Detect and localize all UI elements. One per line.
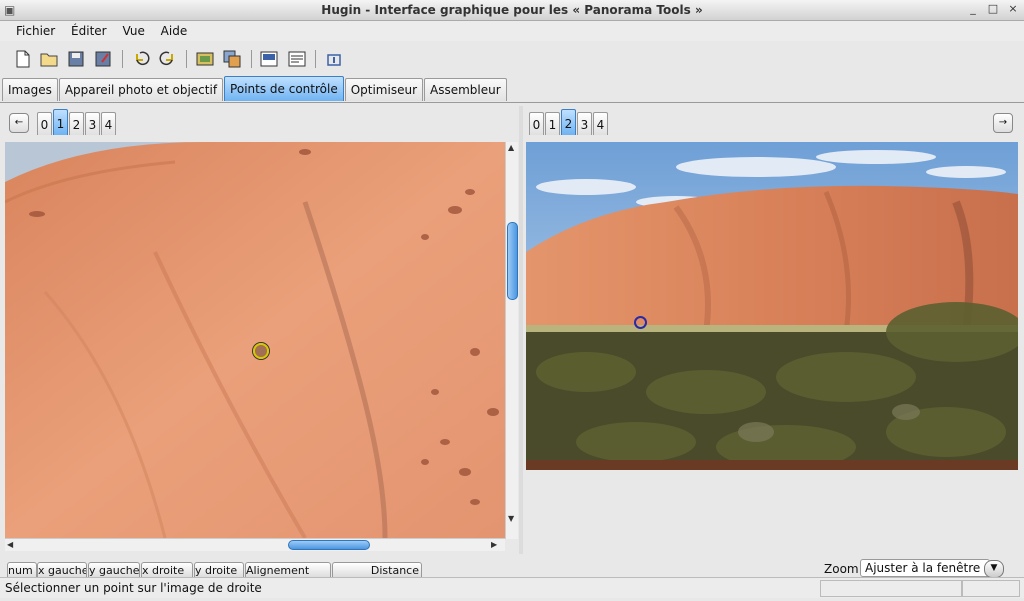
control-point-marker[interactable]	[253, 343, 269, 359]
left-image-tab[interactable]: 1	[53, 109, 68, 135]
scrollbar-thumb[interactable]	[288, 540, 370, 550]
minimize-icon[interactable]: _	[966, 2, 980, 15]
title-bar: ▣ Hugin - Interface graphique pour les «…	[0, 0, 1024, 21]
column-header-x-left[interactable]: x gauche	[37, 562, 87, 578]
column-header-y-right[interactable]: y droite	[194, 562, 244, 578]
right-image-tab[interactable]: 1	[545, 112, 560, 135]
save-icon[interactable]	[65, 48, 87, 70]
left-horizontal-scrollbar[interactable]: ◀ ▶	[5, 538, 505, 551]
toolbar	[0, 44, 1024, 74]
scroll-up-icon[interactable]: ▲	[508, 143, 514, 152]
right-image-view[interactable]	[526, 142, 1018, 470]
left-vertical-scrollbar[interactable]: ▲ ▼	[505, 142, 518, 539]
preview-icon[interactable]	[258, 48, 280, 70]
open-folder-icon[interactable]	[38, 48, 60, 70]
window-title: Hugin - Interface graphique pour les « P…	[321, 3, 703, 17]
stitch-icon[interactable]	[194, 48, 216, 70]
menu-vue[interactable]: Vue	[122, 21, 144, 38]
scrollbar-thumb[interactable]	[507, 222, 518, 300]
status-text: Sélectionner un point sur l'image de dro…	[5, 581, 262, 595]
fast-preview-icon[interactable]	[286, 48, 308, 70]
column-header-num[interactable]: num	[7, 562, 37, 578]
left-image-tab[interactable]: 3	[85, 112, 100, 135]
status-bar: Sélectionner un point sur l'image de dro…	[0, 577, 1024, 598]
left-image-tab[interactable]: 4	[101, 112, 116, 135]
panel-splitter[interactable]	[519, 106, 523, 554]
right-image-tab[interactable]: 3	[577, 112, 592, 135]
undo-icon[interactable]	[130, 48, 152, 70]
left-image-view[interactable]	[5, 142, 505, 538]
scroll-left-icon[interactable]: ◀	[7, 540, 13, 549]
right-next-button[interactable]: →	[993, 113, 1013, 133]
batch-icon[interactable]	[221, 48, 243, 70]
column-header-distance[interactable]: Distance	[332, 562, 422, 578]
window-controls: _ □ ×	[966, 2, 1020, 15]
status-field	[962, 580, 1020, 597]
tab-images[interactable]: Images	[2, 78, 58, 101]
left-prev-button[interactable]: ←	[9, 113, 29, 133]
close-icon[interactable]: ×	[1006, 2, 1020, 15]
left-image-tab[interactable]: 0	[37, 112, 52, 135]
new-file-icon[interactable]	[12, 48, 34, 70]
zoom-select[interactable]: Ajuster à la fenêtre	[860, 559, 990, 577]
right-image-tab[interactable]: 2	[561, 109, 576, 135]
tab-camera-lens[interactable]: Appareil photo et objectif	[58, 78, 224, 101]
save-as-icon[interactable]	[92, 48, 114, 70]
maximize-icon[interactable]: □	[986, 2, 1000, 15]
column-header-x-right[interactable]: x droite	[141, 562, 193, 578]
menu-bar: Fichier Éditer Vue Aide	[0, 21, 1024, 41]
left-image-tab[interactable]: 2	[69, 112, 84, 135]
control-point-marker[interactable]	[634, 316, 647, 329]
menu-aide[interactable]: Aide	[161, 21, 188, 38]
tab-optimizer[interactable]: Optimiseur	[344, 78, 424, 101]
main-tabs: Images Appareil photo et objectif Points…	[2, 76, 508, 102]
right-image-tab[interactable]: 4	[593, 112, 608, 135]
column-header-alignment[interactable]: Alignement	[245, 562, 331, 578]
left-image-tabs: 0 1 2 3 4	[37, 109, 117, 135]
tab-stitcher[interactable]: Assembleur	[424, 78, 507, 101]
right-image-tabs: 0 1 2 3 4	[529, 109, 609, 135]
menu-editer[interactable]: Éditer	[71, 21, 107, 38]
info-icon[interactable]	[323, 48, 345, 70]
scroll-right-icon[interactable]: ▶	[491, 540, 497, 549]
right-image-tab[interactable]: 0	[529, 112, 544, 135]
redo-icon[interactable]	[157, 48, 179, 70]
status-field	[820, 580, 962, 597]
scroll-down-icon[interactable]: ▼	[508, 514, 514, 523]
tab-control-points[interactable]: Points de contrôle	[224, 76, 344, 101]
menu-fichier[interactable]: Fichier	[16, 21, 55, 38]
chevron-down-icon[interactable]: ▼	[984, 560, 1004, 578]
column-header-y-left[interactable]: y gauche	[88, 562, 140, 578]
